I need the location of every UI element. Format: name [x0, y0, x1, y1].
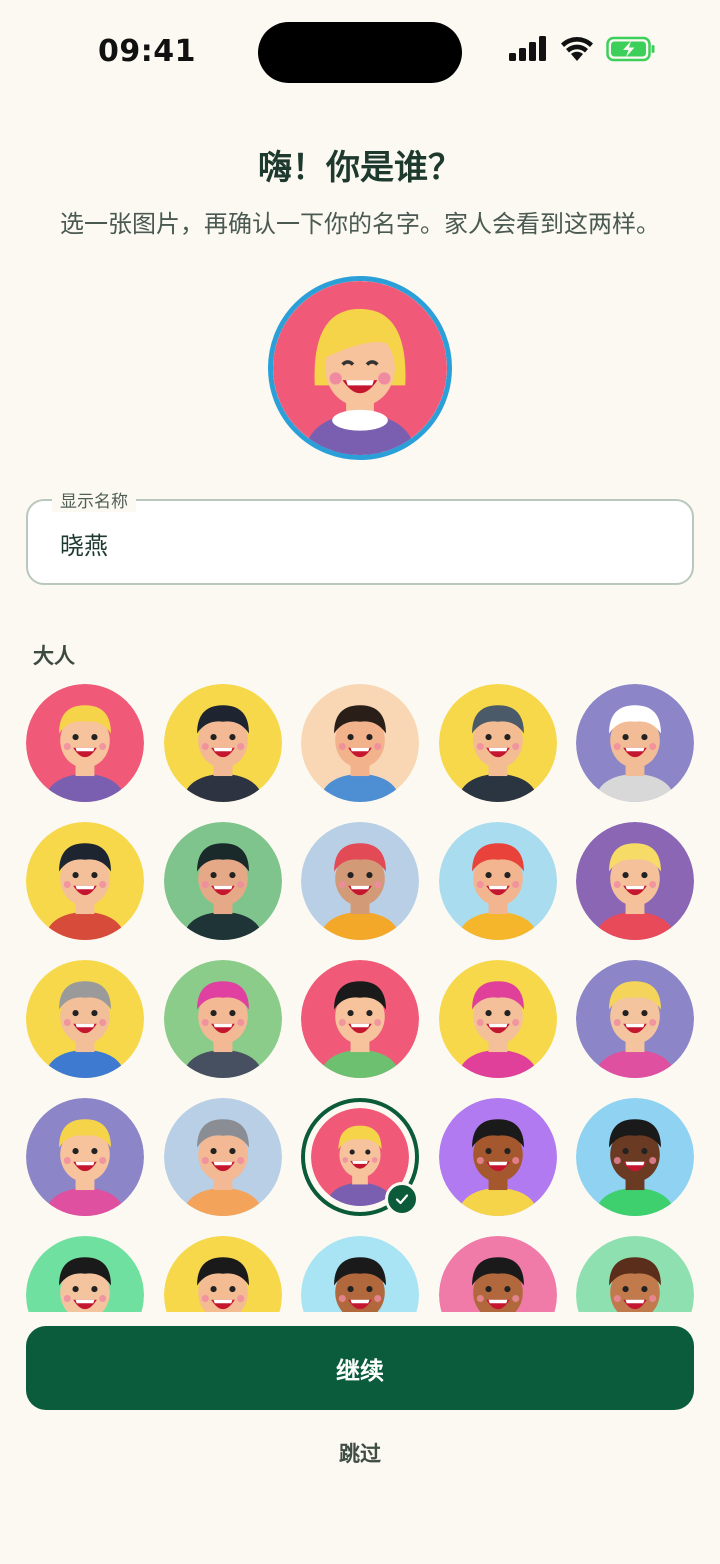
avatar-illustration — [26, 822, 144, 940]
avatar-illustration — [439, 822, 557, 940]
status-icons — [508, 36, 656, 62]
avatar-option[interactable] — [439, 684, 557, 802]
avatar-illustration — [26, 684, 144, 802]
avatar-illustration — [164, 1236, 282, 1312]
avatar-illustration — [301, 822, 419, 940]
avatar-option[interactable] — [164, 1236, 282, 1312]
avatar-illustration — [576, 1098, 694, 1216]
avatar-option[interactable] — [26, 960, 144, 1078]
display-name-field[interactable]: 显示名称 — [26, 487, 694, 585]
continue-button[interactable]: 继续 — [26, 1326, 694, 1410]
avatar-option[interactable] — [26, 1236, 144, 1312]
avatar-option[interactable] — [26, 684, 144, 802]
avatar-illustration — [439, 1098, 557, 1216]
avatar-illustration — [26, 1236, 144, 1312]
dynamic-island — [258, 22, 462, 83]
avatar-option[interactable] — [164, 1098, 282, 1216]
avatar-illustration — [26, 960, 144, 1078]
status-time: 09:41 — [98, 34, 196, 69]
avatar-illustration — [576, 684, 694, 802]
avatar-illustration — [164, 822, 282, 940]
avatar-option[interactable] — [301, 684, 419, 802]
wifi-icon — [561, 37, 593, 61]
avatar-illustration — [576, 822, 694, 940]
avatar-option[interactable] — [26, 822, 144, 940]
cellular-signal-icon — [509, 36, 546, 61]
avatar-option[interactable] — [164, 822, 282, 940]
selected-avatar-preview — [268, 276, 452, 460]
avatar-illustration — [576, 1236, 694, 1312]
checkmark-icon — [385, 1182, 419, 1216]
page-subtitle: 选一张图片，再确认一下你的名字。家人会看到这两样。 — [60, 210, 660, 238]
avatar-grid — [0, 674, 720, 1312]
avatar-option[interactable] — [576, 960, 694, 1078]
avatar-option[interactable] — [439, 960, 557, 1078]
skip-button[interactable]: 跳过 — [300, 1438, 420, 1468]
avatar-option[interactable] — [576, 684, 694, 802]
avatar-option[interactable] — [301, 960, 419, 1078]
avatar-illustration — [301, 684, 419, 802]
avatar-option[interactable] — [576, 822, 694, 940]
display-name-label: 显示名称 — [52, 487, 136, 512]
avatar-option[interactable] — [301, 1236, 419, 1312]
section-label-adults: 大人 — [33, 644, 75, 668]
avatar-illustration — [301, 960, 419, 1078]
avatar-illustration — [439, 684, 557, 802]
page-title: 嗨！你是谁？ — [258, 148, 462, 188]
avatar-illustration — [576, 960, 694, 1078]
avatar-option[interactable] — [576, 1236, 694, 1312]
battery-charging-icon — [606, 36, 655, 62]
avatar-option[interactable] — [26, 1098, 144, 1216]
status-bar: 09:41 — [0, 0, 720, 110]
avatar-illustration — [439, 960, 557, 1078]
avatar-option[interactable] — [164, 960, 282, 1078]
avatar-illustration — [164, 960, 282, 1078]
avatar-illustration — [164, 684, 282, 802]
avatar-option[interactable] — [439, 1098, 557, 1216]
avatar-illustration — [273, 281, 447, 455]
avatar-option[interactable] — [439, 1236, 557, 1312]
avatar-illustration — [439, 1236, 557, 1312]
avatar-illustration — [26, 1098, 144, 1216]
display-name-input[interactable] — [60, 529, 360, 557]
avatar-option[interactable] — [164, 684, 282, 802]
avatar-option[interactable] — [439, 822, 557, 940]
avatar-option[interactable] — [576, 1098, 694, 1216]
avatar-illustration — [301, 1236, 419, 1312]
avatar-illustration — [164, 1098, 282, 1216]
avatar-option[interactable] — [301, 822, 419, 940]
